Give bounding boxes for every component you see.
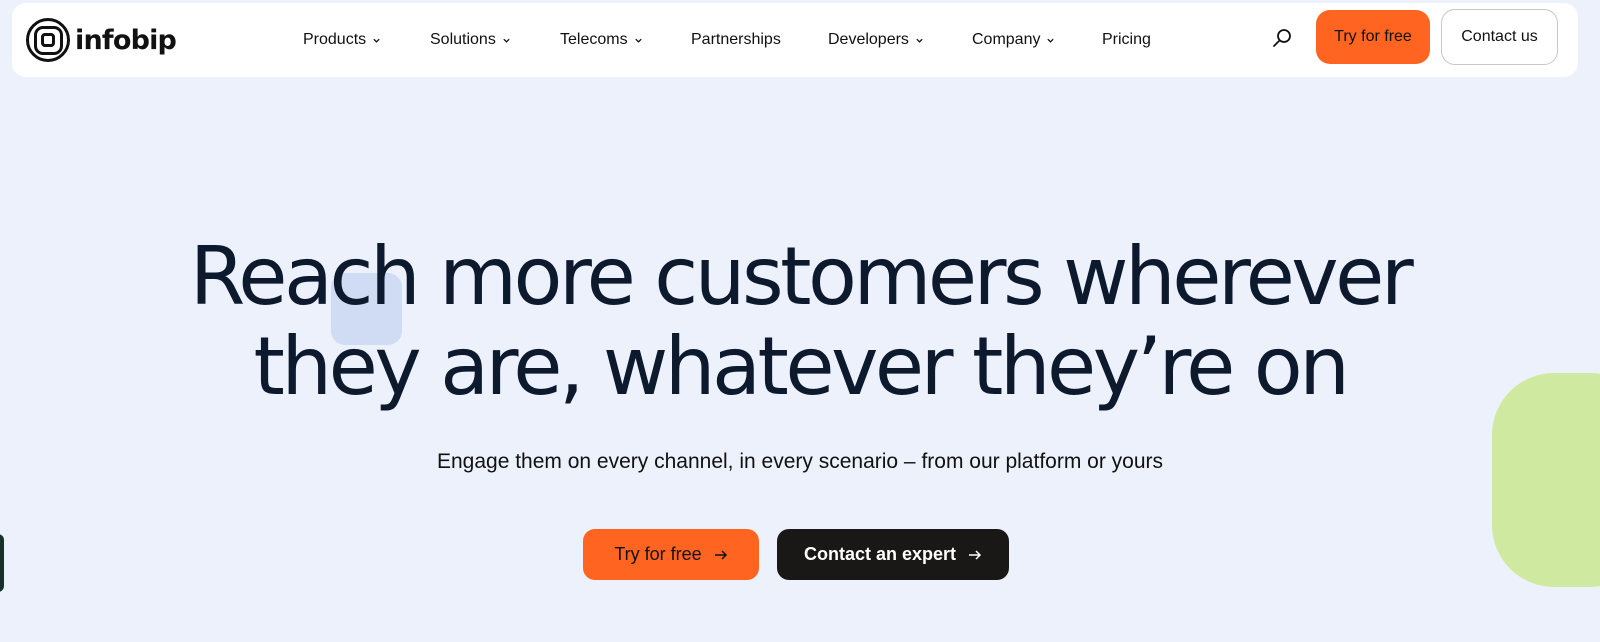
contact-us-button[interactable]: Contact us	[1441, 9, 1558, 65]
button-label: Contact an expert	[803, 544, 957, 564]
infobip-logo[interactable]: infobip	[26, 18, 177, 62]
chevron-down-icon	[373, 38, 380, 43]
arrow-right-icon	[714, 549, 727, 560]
nav-item-label: Pricing	[1102, 31, 1151, 48]
hero-heading: Reach more customers wherever they are, …	[0, 232, 1600, 412]
arrow-right-icon	[969, 549, 982, 560]
logo-text: infobip	[75, 24, 177, 56]
search-icon[interactable]	[1270, 26, 1294, 50]
chevron-down-icon	[634, 38, 642, 43]
nav-item-label: Company	[972, 31, 1041, 48]
nav-item-label: Products	[303, 31, 367, 48]
nav-item-company[interactable]: Company	[972, 3, 1055, 77]
chevron-down-icon	[916, 38, 923, 43]
nav-item-products[interactable]: Products	[303, 3, 381, 77]
nav-item-solutions[interactable]: Solutions	[430, 3, 511, 77]
nav-item-partnerships[interactable]: Partnerships	[691, 3, 781, 77]
chevron-down-icon	[1047, 38, 1055, 43]
hero-subtitle: Engage them on every channel, in every s…	[436, 450, 1164, 473]
button-label: Try for free	[614, 544, 702, 564]
side-widget-tab[interactable]	[0, 534, 4, 592]
nav-item-developers[interactable]: Developers	[828, 3, 924, 77]
nav-item-label: Developers	[828, 31, 909, 48]
hero-heading-line-2: they are, whatever they’re on	[253, 320, 1350, 413]
nav-item-label: Telecoms	[560, 31, 628, 48]
chevron-down-icon	[503, 38, 510, 43]
nav-item-pricing[interactable]: Pricing	[1102, 3, 1151, 77]
logo-icon	[26, 18, 70, 62]
hero-heading-line-1: Reach more customers wherever	[189, 230, 1414, 323]
hero-try-for-free-button[interactable]: Try for free	[583, 529, 759, 580]
contact-an-expert-button[interactable]: Contact an expert	[777, 529, 1009, 580]
nav-item-telecoms[interactable]: Telecoms	[560, 3, 643, 77]
try-for-free-button[interactable]: Try for free	[1316, 10, 1430, 64]
nav-item-label: Partnerships	[691, 31, 781, 48]
nav-item-label: Solutions	[430, 31, 496, 48]
